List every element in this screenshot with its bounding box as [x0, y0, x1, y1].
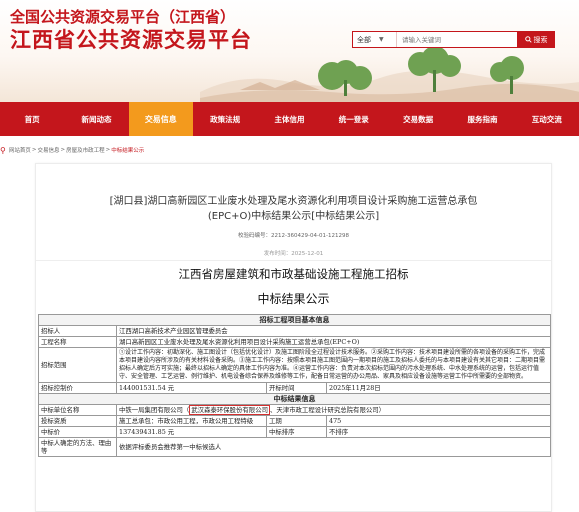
- cell-label: 中标人确定的方法、理由等: [38, 437, 117, 457]
- winner-name-part2: 、天津市政工程设计研究总院有限公司）: [269, 406, 386, 414]
- cell-value: 依据评标委员会推荐第一中标候选人: [116, 437, 551, 457]
- cell-value: 江西湖口高新技术产业园区管理委员会: [116, 325, 551, 337]
- main-nav: 首页 新闻动态 交易信息 政策法规 主体信用 统一登录 交易数据 服务指南 互动…: [0, 102, 579, 136]
- location-pin-icon: ⚲: [0, 145, 6, 155]
- chevron-down-icon: ▼: [379, 36, 384, 43]
- search-button[interactable]: 搜索: [517, 31, 555, 48]
- cell-value: 施工总承包：市政公用工程，市政公用工程特级: [116, 415, 267, 427]
- cell-label: 中标排序: [266, 426, 327, 438]
- breadcrumb-trading[interactable]: 交易信息: [37, 146, 59, 154]
- cell-label: 招标人: [38, 325, 117, 337]
- breadcrumb-category[interactable]: 房屋及市政工程: [66, 146, 105, 154]
- nav-item-credit[interactable]: 主体信用: [257, 102, 321, 136]
- winner-name-part1: 中铁一局集团有限公司（: [119, 406, 190, 414]
- search-scope-select[interactable]: 全部 ▼: [353, 32, 397, 47]
- breadcrumb: ⚲ 网站首页 > 交易信息 > 房屋及市政工程 > 中标结果公示: [0, 144, 144, 156]
- search-button-label: 搜索: [533, 35, 548, 44]
- nav-item-interaction[interactable]: 互动交流: [515, 102, 579, 136]
- table-row: 工程名称 湖口高新园区工业废水处理及尾水资源化利用项目设计采购施工运营总承包(E…: [38, 336, 551, 348]
- site-title: 江西省公共资源交易平台: [10, 28, 252, 52]
- cell-value: ①设计工作内容：初勘深化、施工图设计（包括优化设计）及施工图阶段全过程设计技术服…: [116, 347, 551, 383]
- search-icon: [524, 36, 532, 43]
- article-title-line1: [湖口县]湖口高新园区工业废水处理及尾水资源化利用项目设计采购施工运营总承包: [109, 196, 478, 207]
- cell-label: 中标单位名称: [38, 404, 117, 416]
- search-scope-label: 全部: [357, 35, 371, 44]
- result-table: 招标工程项目基本信息 招标人 江西湖口高新技术产业园区管理委员会 工程名称 湖口…: [38, 314, 551, 457]
- search-bar: 全部 ▼ 搜索: [352, 31, 555, 48]
- winner-name-highlight: 武汉森泰环保股份有限公司: [189, 405, 270, 415]
- publish-time: 发布时间：2025-12-01: [263, 251, 324, 257]
- breadcrumb-separator: >: [105, 147, 111, 153]
- table-row: 中标单位名称 中铁一局集团有限公司（ 武汉森泰环保股份有限公司 、天津市政工程设计研…: [38, 404, 551, 416]
- divider: [36, 260, 551, 261]
- nav-item-news[interactable]: 新闻动态: [64, 102, 128, 136]
- section-title-result: 中标结果信息: [38, 393, 551, 405]
- cell-label: 投标资质: [38, 415, 117, 427]
- nav-item-data[interactable]: 交易数据: [386, 102, 450, 136]
- verify-code: 校验码编号：2212-360429-04-01-121298: [238, 233, 349, 239]
- header-banner: 全国公共资源交易平台（江西省） 江西省公共资源交易平台 全部 ▼ 搜索: [0, 0, 579, 102]
- table-row: 招标工程项目基本信息: [38, 314, 551, 326]
- cell-value: 144001531.54 元: [116, 382, 267, 394]
- cell-label: 工程名称: [38, 336, 117, 348]
- document-subheading: 中标结果公示: [257, 292, 330, 306]
- cell-value: 湖口高新园区工业废水处理及尾水资源化利用项目设计采购施工运营总承包(EPC+O): [116, 336, 551, 348]
- breadcrumb-home[interactable]: 网站首页: [9, 146, 31, 154]
- landscape-illustration: [200, 46, 579, 102]
- article-title-line2: (EPC+O)中标结果公示[中标结果公示]: [207, 211, 380, 222]
- cell-label: 中标价: [38, 426, 117, 438]
- article-card: [湖口县]湖口高新园区工业废水处理及尾水资源化利用项目设计采购施工运营总承包 (…: [35, 163, 552, 512]
- table-row: 招标人 江西湖口高新技术产业园区管理委员会: [38, 325, 551, 337]
- cell-label: 开标时间: [266, 382, 327, 394]
- table-row: 投标资质 施工总承包：市政公用工程，市政公用工程特级 工期 475: [38, 415, 551, 427]
- table-row: 招标范围 ①设计工作内容：初勘深化、施工图设计（包括优化设计）及施工图阶段全过程…: [38, 347, 551, 383]
- table-row: 招标控制价 144001531.54 元 开标时间 2025年11月28日: [38, 382, 551, 394]
- cell-value: 不排序: [326, 426, 551, 438]
- document-heading: 江西省房屋建筑和市政基础设施工程施工招标: [178, 267, 409, 281]
- table-row: 中标结果信息: [38, 393, 551, 405]
- breadcrumb-separator: >: [31, 147, 37, 153]
- search-input[interactable]: [397, 32, 517, 47]
- table-row: 中标人确定的方法、理由等 依据评标委员会推荐第一中标候选人: [38, 437, 551, 457]
- cell-value: 2025年11月28日: [326, 382, 551, 394]
- cell-value: 137439431.85 元: [116, 426, 267, 438]
- section-title-basic: 招标工程项目基本信息: [38, 314, 551, 326]
- winner-cell: 中铁一局集团有限公司（ 武汉森泰环保股份有限公司 、天津市政工程设计研究总院有限公司…: [116, 404, 551, 416]
- breadcrumb-separator: >: [60, 147, 66, 153]
- cell-label: 招标范围: [38, 347, 117, 383]
- table-row: 中标价 137439431.85 元 中标排序 不排序: [38, 426, 551, 438]
- nav-item-guide[interactable]: 服务指南: [450, 102, 514, 136]
- nav-item-trading-info[interactable]: 交易信息: [128, 102, 193, 136]
- cell-label: 招标控制价: [38, 382, 117, 394]
- nav-item-policies[interactable]: 政策法规: [193, 102, 257, 136]
- cell-value: 475: [326, 415, 551, 427]
- nav-item-login[interactable]: 统一登录: [322, 102, 386, 136]
- article-title: [湖口县]湖口高新园区工业废水处理及尾水资源化利用项目设计采购施工运营总承包 (…: [36, 194, 551, 224]
- nav-item-home[interactable]: 首页: [0, 102, 64, 136]
- cell-label: 工期: [266, 415, 327, 427]
- breadcrumb-current: 中标结果公示: [111, 148, 145, 154]
